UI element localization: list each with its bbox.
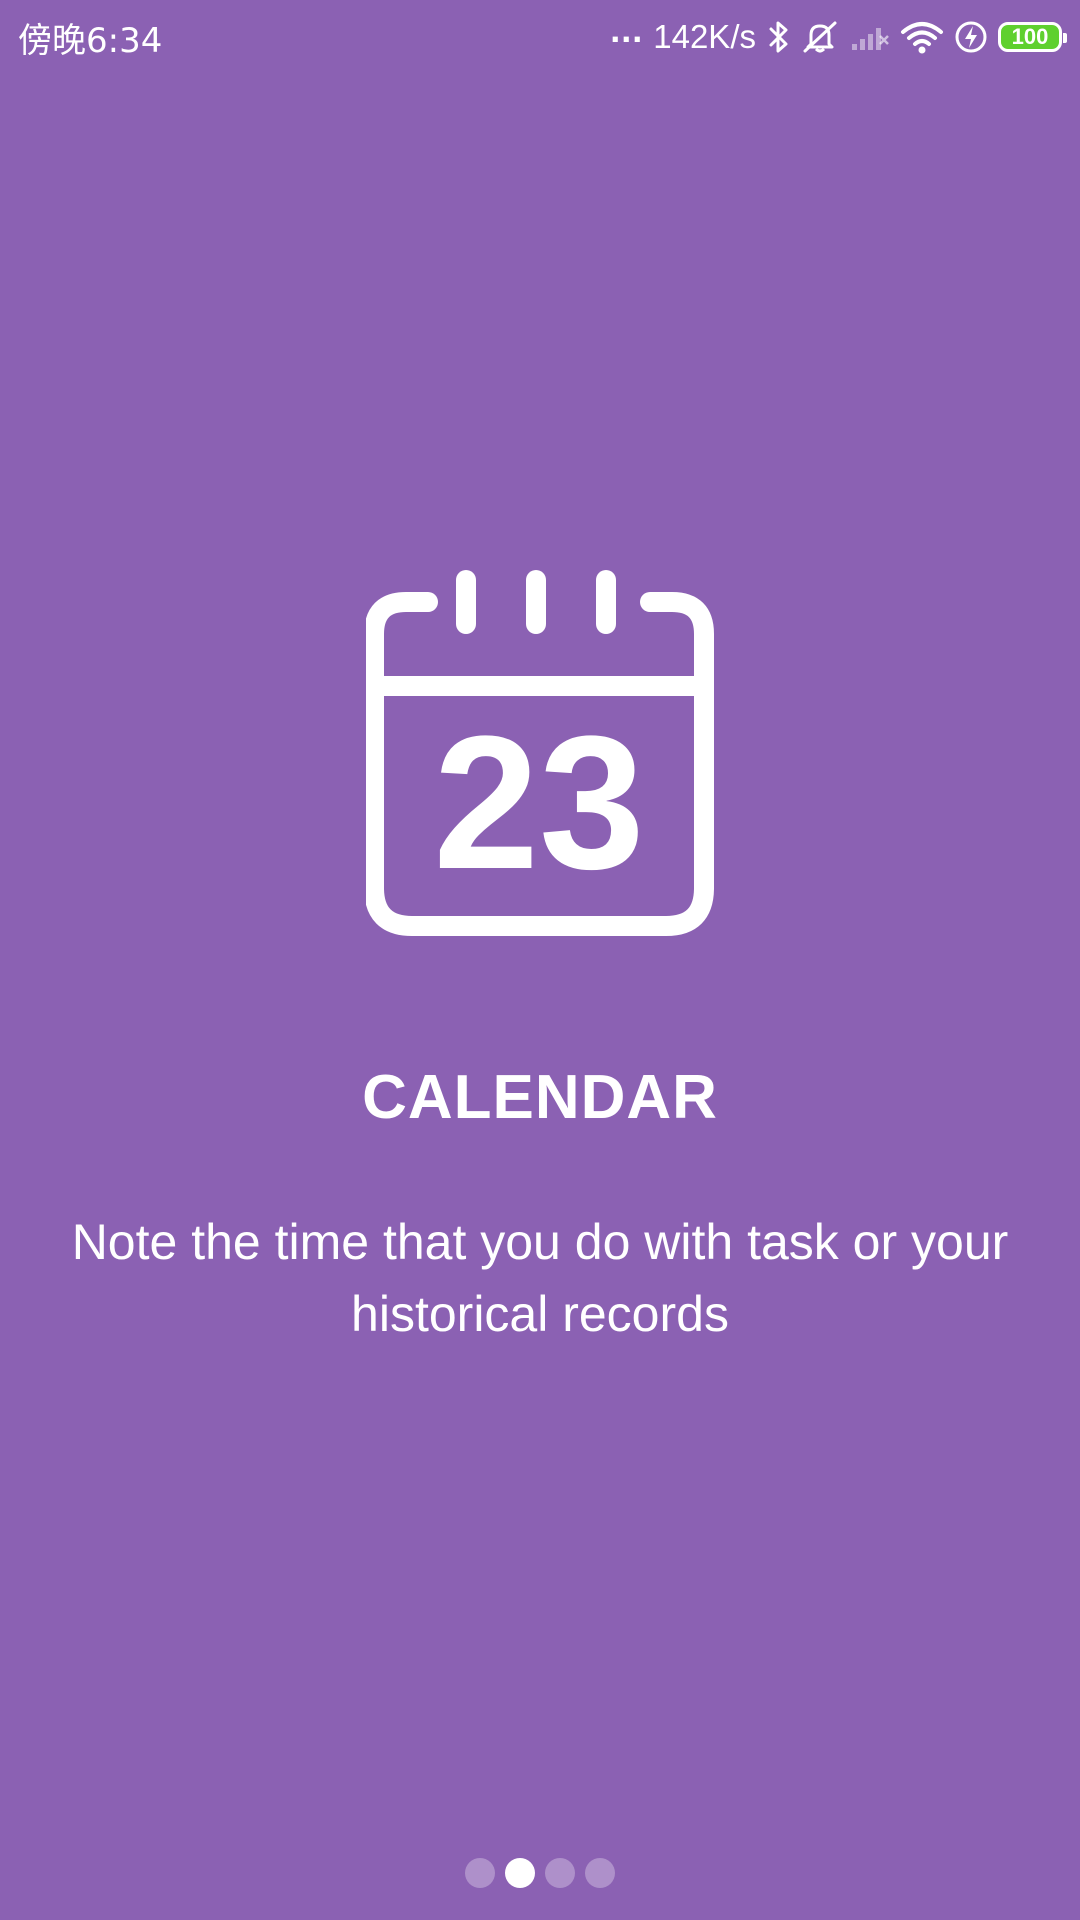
battery-icon: 100 xyxy=(998,22,1067,52)
network-speed: 142K/s xyxy=(653,18,756,55)
more-notifications-icon: ... xyxy=(610,9,644,50)
status-icons: ... 142K/s 100 xyxy=(610,9,1067,56)
calendar-day-number: 23 xyxy=(433,697,644,909)
signal-icon xyxy=(850,22,890,52)
mute-icon xyxy=(800,20,840,54)
page-indicator-dot-active[interactable] xyxy=(505,1858,535,1888)
charging-icon xyxy=(954,20,988,54)
page-description: Note the time that you do with task or y… xyxy=(71,1214,1009,1342)
bluetooth-icon xyxy=(768,20,790,54)
page-indicator-dot[interactable] xyxy=(585,1858,615,1888)
wifi-icon xyxy=(900,20,944,54)
status-time: 傍晚6:34 xyxy=(18,20,163,61)
page-indicator-dot[interactable] xyxy=(545,1858,575,1888)
page-indicator-dot[interactable] xyxy=(465,1858,495,1888)
onboarding-screen: 傍晚6:34 ... 142K/s 100 23 CALENDAR Note t… xyxy=(0,0,1080,1920)
calendar-icon: 23 xyxy=(364,568,714,938)
page-title: CALENDAR xyxy=(362,1063,718,1132)
page-indicator xyxy=(0,1858,1080,1888)
status-bar: 傍晚6:34 ... 142K/s 100 xyxy=(0,0,1080,74)
